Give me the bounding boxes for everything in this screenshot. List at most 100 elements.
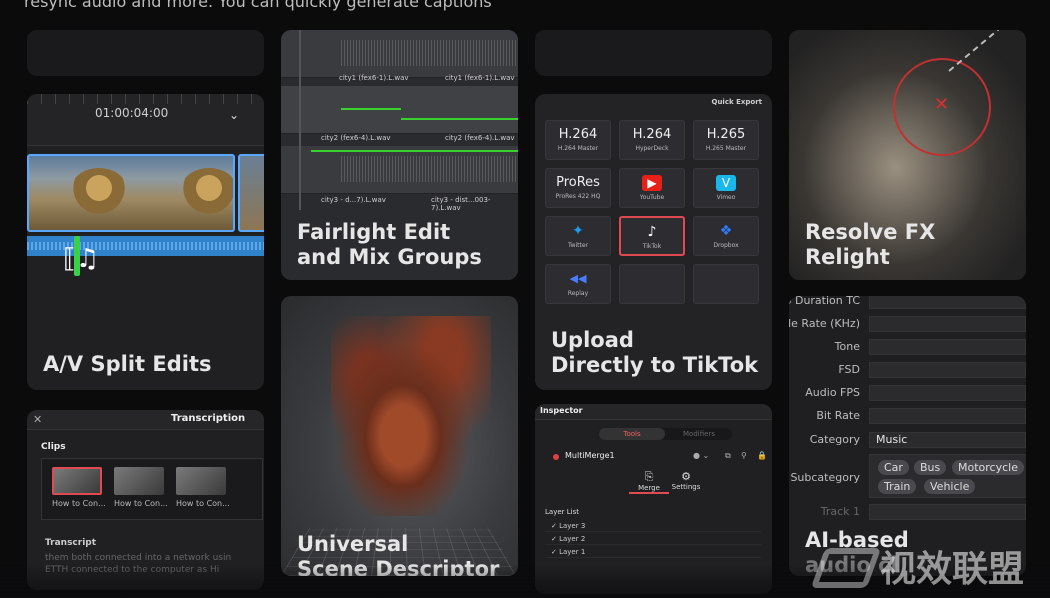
- metadata-field[interactable]: [869, 362, 1026, 378]
- quick-export-header: Quick Export: [711, 98, 763, 106]
- tag-chip[interactable]: Motorcycle: [952, 460, 1024, 475]
- merge-icon: ⎘: [644, 470, 654, 483]
- track-clip-label: city2 (fex6-4).L.wav: [445, 134, 515, 142]
- card-title: Resolve FX Relight: [805, 220, 936, 269]
- card-title: A/V Split Edits: [43, 352, 212, 376]
- video-clip-next[interactable]: [238, 154, 264, 232]
- layer-list-label: Layer List: [545, 508, 579, 516]
- audio-track[interactable]: city3 - d...7).L.wav city3 - dist...003-…: [281, 146, 518, 212]
- metadata-field[interactable]: [869, 408, 1026, 424]
- video-clip[interactable]: [27, 154, 235, 232]
- track-clip-label: city2 (fex6-4).L.wav: [321, 134, 391, 142]
- clips-label: Clips: [41, 442, 66, 452]
- tag-chip[interactable]: Bus: [914, 460, 947, 475]
- category-field[interactable]: Music: [869, 432, 1026, 448]
- card-title: Universal Scene Descriptor: [297, 532, 500, 576]
- tag-chip[interactable]: Vehicle: [924, 479, 976, 494]
- twitter-icon: ✦: [572, 223, 584, 239]
- transcript-label: Transcript: [45, 538, 97, 548]
- metadata-row: Bit Rate: [789, 408, 1026, 424]
- top-caption: resync audio and more. You can quickly g…: [24, 0, 492, 11]
- chevron-down-icon[interactable]: ⌄: [229, 108, 239, 122]
- timeline-ruler[interactable]: 01:00:04:00 ⌄: [27, 94, 264, 146]
- preset-vimeo[interactable]: V Vimeo: [693, 168, 759, 208]
- light-source-x-icon: ✕: [934, 94, 950, 115]
- subcategory-tag-box[interactable]: Car Bus Motorcycle Train Vehicle: [869, 454, 1026, 498]
- node-name: MultiMerge1: [565, 451, 615, 460]
- split-edit-cursor-icon: ⟦♫: [63, 244, 100, 274]
- tab-tools[interactable]: Tools: [599, 428, 665, 440]
- node-color-dot: [553, 454, 559, 460]
- node-header[interactable]: MultiMerge1 ● ⌄ ⧉ ⚲ 🔒: [543, 450, 767, 464]
- replay-icon: ◀◀: [569, 272, 587, 285]
- preset-prores[interactable]: ProRes ProRes 422 HQ: [545, 168, 611, 208]
- preset-hyperdeck[interactable]: H.264 HyperDeck: [619, 120, 685, 160]
- automation-line[interactable]: [311, 150, 518, 152]
- pin-icon[interactable]: ⚲: [741, 451, 747, 460]
- card-title: Fairlight Edit and Mix Groups: [297, 220, 482, 269]
- export-presets-grid: H.264 H.264 Master H.264 HyperDeck H.265 H.…: [545, 120, 765, 304]
- card-top-left: [27, 30, 264, 76]
- dot-menu-icon[interactable]: ● ⌄: [693, 451, 709, 460]
- tag-chip[interactable]: Car: [878, 460, 909, 475]
- preset-twitter[interactable]: ✦ Twitter: [545, 216, 611, 256]
- layer-row[interactable]: ✓ Layer 3: [545, 520, 761, 532]
- preset-replay[interactable]: ◀◀ Replay: [545, 264, 611, 304]
- layer-row[interactable]: ✓ Layer 2: [545, 533, 761, 545]
- preset-youtube[interactable]: ▶ YouTube: [619, 168, 685, 208]
- audio-track[interactable]: city2 (fex6-4).L.wav city2 (fex6-4).L.wa…: [281, 86, 518, 142]
- preset-h264-master[interactable]: H.264 H.264 Master: [545, 120, 611, 160]
- tab-modifiers[interactable]: Modifiers: [666, 428, 732, 440]
- transcript-text[interactable]: them both connected into a network usin …: [45, 552, 231, 576]
- copy-icon[interactable]: ⧉: [725, 451, 731, 461]
- preset-empty: [693, 264, 759, 304]
- card-av-split-edits: 01:00:04:00 ⌄ ⟦♫ A/V Split Edits: [27, 94, 264, 390]
- audio-waveform: [341, 40, 518, 66]
- preset-h265-master[interactable]: H.265 H.265 Master: [693, 120, 759, 160]
- metadata-field[interactable]: [869, 504, 1026, 520]
- track-clip-label: city1 (fex6-1).L.wav: [445, 74, 515, 82]
- clip-thumbnail[interactable]: [114, 467, 164, 495]
- clip-label: How to Con...: [52, 499, 106, 508]
- playhead-line: [299, 30, 301, 210]
- metadata-field[interactable]: [869, 296, 1026, 309]
- card-resolve-fx-relight: ✕ Resolve FX Relight: [789, 30, 1026, 280]
- clip-thumbnail[interactable]: [176, 467, 226, 495]
- subtab-settings[interactable]: ⚙ Settings: [666, 470, 706, 491]
- watermark-text: 视效联盟: [880, 549, 1025, 590]
- audio-track[interactable]: city1 (fex6-1).L.wav city1 (fex6-1).L.wa…: [281, 30, 518, 82]
- card-top-middle: [535, 30, 772, 76]
- panel-header: ✕ Transcription: [27, 410, 264, 430]
- card-transcription: ✕ Transcription Clips How to Con... How …: [27, 410, 264, 590]
- metadata-field[interactable]: [869, 316, 1026, 332]
- card-fairlight: city1 (fex6-1).L.wav city1 (fex6-1).L.wa…: [281, 30, 518, 280]
- card-ai-audio-classification: dio Duration TC mple Rate (KHz) Tone FSD…: [789, 296, 1026, 576]
- youtube-icon: ▶: [642, 175, 662, 191]
- tag-chip[interactable]: Train: [878, 479, 917, 494]
- inspector-tabs: Tools Modifiers: [599, 428, 732, 440]
- dragon-model-image: [331, 316, 491, 516]
- subtab-merge[interactable]: ⎘ Merge: [629, 470, 669, 494]
- card-title: Upload Directly to TikTok: [551, 328, 759, 377]
- metadata-field[interactable]: [869, 385, 1026, 401]
- automation-line[interactable]: [401, 118, 518, 120]
- track-clip-label: city1 (fex6-1).L.wav: [339, 74, 409, 82]
- metadata-field[interactable]: [869, 339, 1026, 355]
- metadata-row: Tone: [789, 339, 1026, 355]
- layer-row[interactable]: ✓ Layer 1: [545, 546, 761, 558]
- metadata-row: dio Duration TC: [789, 296, 1026, 309]
- clip-label: How to Con...: [114, 499, 168, 508]
- vimeo-icon: V: [716, 175, 736, 191]
- card-universal-scene-descriptor: Universal Scene Descriptor: [281, 296, 518, 576]
- preset-dropbox[interactable]: ❖ Dropbox: [693, 216, 759, 256]
- lock-icon[interactable]: 🔒: [757, 451, 767, 460]
- dropbox-icon: ❖: [719, 223, 733, 239]
- clip-thumbnail[interactable]: [52, 467, 102, 495]
- track-clip-label: city3 - dist...003-7).L.wav: [431, 196, 491, 212]
- close-icon[interactable]: ✕: [33, 413, 42, 426]
- clip-label: How to Con...: [176, 499, 230, 508]
- cheetah-thumbnail: [179, 168, 233, 218]
- preset-tiktok[interactable]: ♪ TikTok: [619, 216, 685, 256]
- automation-line[interactable]: [341, 108, 401, 110]
- preset-empty: [619, 264, 685, 304]
